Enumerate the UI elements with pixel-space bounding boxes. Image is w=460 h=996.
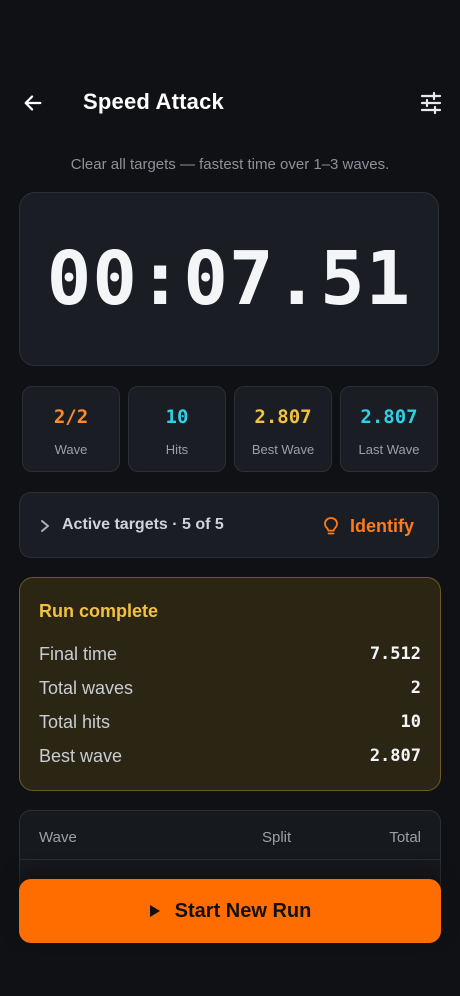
summary-value: 2.807 [369, 746, 421, 766]
active-targets-toggle[interactable]: Active targets · 5 of 5 Identify [19, 492, 439, 558]
identify-button[interactable]: Identify [322, 511, 414, 541]
summary-row-total-hits: Total hits 10 [39, 709, 421, 735]
stat-best-wave: 2.807 Best Wave [234, 386, 332, 472]
stat-label: Last Wave [358, 442, 420, 457]
identify-label: Identify [349, 515, 414, 536]
app-header: Speed Attack [0, 78, 460, 130]
arrow-left-icon [24, 95, 42, 111]
stat-value: 2.807 [360, 406, 418, 428]
column-header-split: Split [262, 829, 292, 846]
summary-value: 2 [410, 678, 421, 698]
timer-card: 00:07.51 [19, 192, 439, 366]
stat-value: 2.807 [254, 406, 312, 428]
timer-display: 00:07.51 [46, 236, 412, 322]
summary-value: 10 [400, 712, 421, 732]
table-header: Wave Split Total [20, 811, 440, 860]
stat-value: 10 [165, 406, 189, 428]
summary-key: Total waves [39, 677, 134, 698]
summary-value: 7.512 [369, 644, 421, 664]
column-header-total: Total [389, 829, 421, 846]
stats-row: 2/2 Wave 10 Hits 2.807 Best Wave 2.807 L… [22, 386, 438, 472]
stat-label: Wave [54, 442, 88, 457]
play-icon [149, 905, 160, 917]
start-new-run-button[interactable]: Start New Run [19, 879, 441, 943]
summary-row-total-waves: Total waves 2 [39, 675, 421, 701]
mode-description: Clear all targets — fastest time over 1–… [70, 156, 390, 173]
stat-value: 2/2 [53, 406, 89, 428]
page-title: Speed Attack [83, 89, 224, 114]
stat-last-wave: 2.807 Last Wave [340, 386, 438, 472]
summary-row-final-time: Final time 7.512 [39, 641, 421, 667]
stat-label: Best Wave [251, 442, 315, 457]
settings-button[interactable] [416, 88, 446, 118]
back-button[interactable] [18, 88, 48, 118]
summary-key: Best wave [39, 745, 123, 766]
summary-key: Final time [39, 643, 118, 664]
run-complete-title: Run complete [39, 601, 159, 621]
stat-label: Hits [165, 442, 189, 457]
run-complete-card: Run complete Final time 7.512 Total wave… [19, 577, 441, 791]
summary-row-best-wave: Best wave 2.807 [39, 743, 421, 769]
sliders-icon [420, 91, 442, 115]
column-header-wave: Wave [39, 829, 77, 846]
active-targets-label: Active targets · 5 of 5 [62, 516, 224, 533]
stat-hits: 10 Hits [128, 386, 226, 472]
summary-key: Total hits [39, 711, 111, 732]
start-new-run-label: Start New Run [174, 899, 312, 922]
chevron-right-icon [41, 520, 49, 532]
lightbulb-icon [324, 517, 338, 535]
stat-wave: 2/2 Wave [22, 386, 120, 472]
